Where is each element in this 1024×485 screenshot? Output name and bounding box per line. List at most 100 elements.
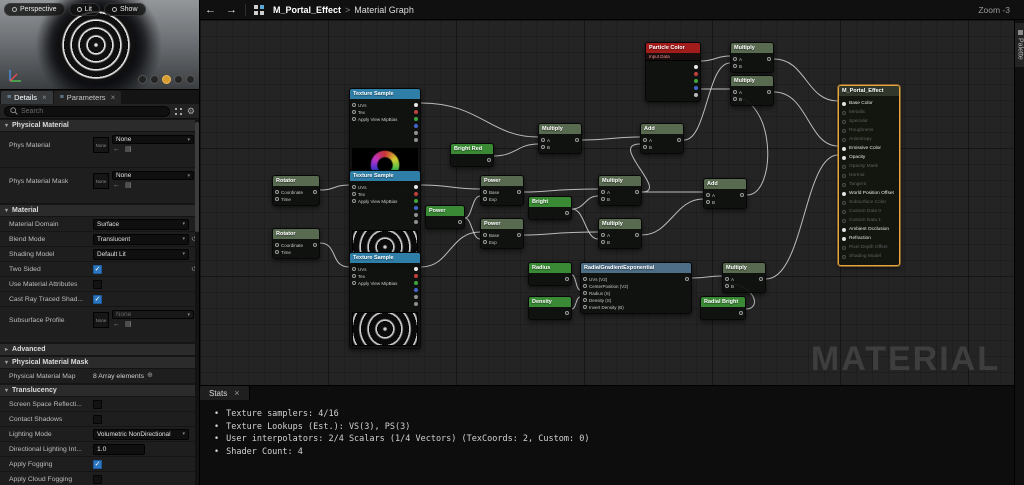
output-pin[interactable] <box>412 116 418 122</box>
output-pin[interactable] <box>515 232 521 238</box>
dropdown-shading-model[interactable]: Default Lit▾ <box>93 249 189 260</box>
output-pin[interactable] <box>633 189 639 195</box>
input-pin[interactable]: A <box>725 276 734 282</box>
output-pin[interactable] <box>412 130 418 136</box>
input-pin[interactable]: Exp <box>483 239 499 245</box>
preview-shape-cube-button[interactable] <box>174 75 183 84</box>
output-pin[interactable] <box>563 210 569 216</box>
output-pin-subsurface-color[interactable]: Subsurface Color <box>842 198 896 207</box>
node-multiply-3[interactable]: MultiplyAB <box>598 218 642 249</box>
breadcrumb-asset-name[interactable]: M_Portal_Effect <box>273 5 341 15</box>
input-pin[interactable]: CenterPosition (V2) <box>583 283 628 289</box>
checkbox-use-material-attributes[interactable] <box>93 280 102 289</box>
forward-arrow-icon[interactable]: → <box>221 1 242 19</box>
output-pin[interactable] <box>485 157 491 163</box>
search-box[interactable] <box>4 106 170 117</box>
input-pin[interactable]: Base <box>483 189 499 195</box>
output-pin-refraction[interactable]: Refraction <box>842 234 896 243</box>
palette-tab[interactable]: Palette <box>1015 23 1024 67</box>
output-pin-tangent[interactable]: Tangent <box>842 180 896 189</box>
input-pin[interactable]: Apply View MipBias <box>352 198 397 204</box>
output-pin[interactable] <box>412 287 418 293</box>
input-pin[interactable]: Density (S) <box>583 297 628 303</box>
input-pin[interactable]: A <box>601 189 610 195</box>
use-selected-icon[interactable]: ← <box>113 321 120 329</box>
close-icon[interactable]: × <box>42 93 47 102</box>
stats-tab[interactable]: Stats × <box>200 386 250 400</box>
viewport-button-perspective[interactable]: Perspective <box>4 3 65 16</box>
browse-icon[interactable]: ▤ <box>125 182 132 190</box>
asset-dropdown-phys-material[interactable]: None▾ <box>112 135 194 144</box>
output-pin-anisotropy[interactable]: Anisotropy <box>842 135 896 144</box>
output-pin[interactable] <box>412 301 418 307</box>
output-pin-roughness[interactable]: Roughness <box>842 126 896 135</box>
dropdown-lighting-mode[interactable]: Volumetric NonDirectional▾ <box>93 429 189 440</box>
gear-icon[interactable]: ⚙ <box>187 106 195 116</box>
output-pin[interactable] <box>412 184 418 190</box>
input-pin[interactable]: Tex <box>352 191 397 197</box>
section-header-translucency[interactable]: ▾Translucency <box>0 384 199 397</box>
checkbox-screen-space-reflecti[interactable] <box>93 400 102 409</box>
input-pin[interactable]: Time <box>275 196 303 202</box>
input-pin[interactable]: A <box>733 56 742 62</box>
asset-thumbnail[interactable]: None <box>93 137 109 153</box>
input-pin[interactable]: Coordinate <box>275 189 303 195</box>
preview-shape-sphere-button[interactable] <box>150 75 159 84</box>
output-pin[interactable] <box>692 64 698 70</box>
input-pin[interactable]: UVs <box>352 266 397 272</box>
output-pin[interactable] <box>412 219 418 225</box>
node-rotator-1[interactable]: RotatorCoordinateTime <box>272 175 320 206</box>
breadcrumb-current[interactable]: Material Graph <box>354 5 414 15</box>
output-pin-emissive-color[interactable]: Emissive Color <box>842 144 896 153</box>
output-pin-pixel-depth-offset[interactable]: Pixel Depth Offset <box>842 243 896 252</box>
checkbox-apply-fogging[interactable]: ✓ <box>93 460 102 469</box>
use-selected-icon[interactable]: ← <box>113 146 120 154</box>
output-pin[interactable] <box>412 109 418 115</box>
asset-dropdown-phys-material-mask[interactable]: None▾ <box>112 171 194 180</box>
node-particle-color[interactable]: Particle ColorInput Data <box>645 42 701 102</box>
asset-dropdown-subsurface-profile[interactable]: None▾ <box>112 310 194 319</box>
output-pin[interactable] <box>311 189 317 195</box>
output-pin-shading-model[interactable]: Shading Model <box>842 252 896 261</box>
viewport-button-lit[interactable]: Lit <box>69 3 100 16</box>
details-scrollbar[interactable] <box>195 120 199 485</box>
material-preview-viewport[interactable]: PerspectiveLitShow <box>0 0 199 90</box>
output-pin-opacity-mask[interactable]: Opacity Mask <box>842 162 896 171</box>
output-pin[interactable] <box>675 137 681 143</box>
output-pin[interactable] <box>412 123 418 129</box>
input-pin[interactable]: Tex <box>352 109 397 115</box>
browse-icon[interactable]: ▤ <box>125 321 132 329</box>
node-radius[interactable]: Radius <box>528 262 572 286</box>
checkbox-two-sided[interactable]: ✓ <box>93 265 102 274</box>
output-pin[interactable] <box>765 56 771 62</box>
input-pin[interactable]: B <box>733 96 742 102</box>
input-pin[interactable]: Radius (S) <box>583 290 628 296</box>
section-header-material[interactable]: ▾Material <box>0 204 199 217</box>
output-pin-world-position-offset[interactable]: World Position Offset <box>842 189 896 198</box>
node-radial-bright[interactable]: Radial Bright <box>700 296 746 320</box>
preview-shape-teapot-button[interactable] <box>186 75 195 84</box>
back-arrow-icon[interactable]: ← <box>200 1 221 19</box>
output-pin[interactable] <box>633 232 639 238</box>
output-pin[interactable] <box>412 205 418 211</box>
input-pin[interactable]: Time <box>275 249 303 255</box>
input-pin[interactable]: Exp <box>483 196 499 202</box>
checkbox-contact-shadows[interactable] <box>93 415 102 424</box>
input-pin[interactable]: B <box>541 144 550 150</box>
output-pin[interactable] <box>737 310 743 316</box>
output-pin[interactable] <box>692 85 698 91</box>
input-pin[interactable]: Apply View MipBias <box>352 280 397 286</box>
input-pin[interactable]: A <box>601 232 610 238</box>
output-pin[interactable] <box>311 242 317 248</box>
output-pin[interactable] <box>412 266 418 272</box>
node-radial-gradient-exponential[interactable]: RadialGradientExponentialUVs (V2)CenterP… <box>580 262 692 314</box>
input-pin[interactable]: Tex <box>352 273 397 279</box>
add-element-icon[interactable]: ⊕ <box>147 372 153 380</box>
output-pin-opacity[interactable]: Opacity <box>842 153 896 162</box>
output-pin[interactable] <box>515 189 521 195</box>
input-pin[interactable]: A <box>541 137 550 143</box>
output-pin-ambient-occlusion[interactable]: Ambient Occlusion <box>842 225 896 234</box>
node-texture-sample-3[interactable]: Texture SampleUVsTexApply View MipBias <box>349 252 421 349</box>
output-pin[interactable] <box>573 137 579 143</box>
dropdown-blend-mode[interactable]: Translucent▾ <box>93 234 189 245</box>
